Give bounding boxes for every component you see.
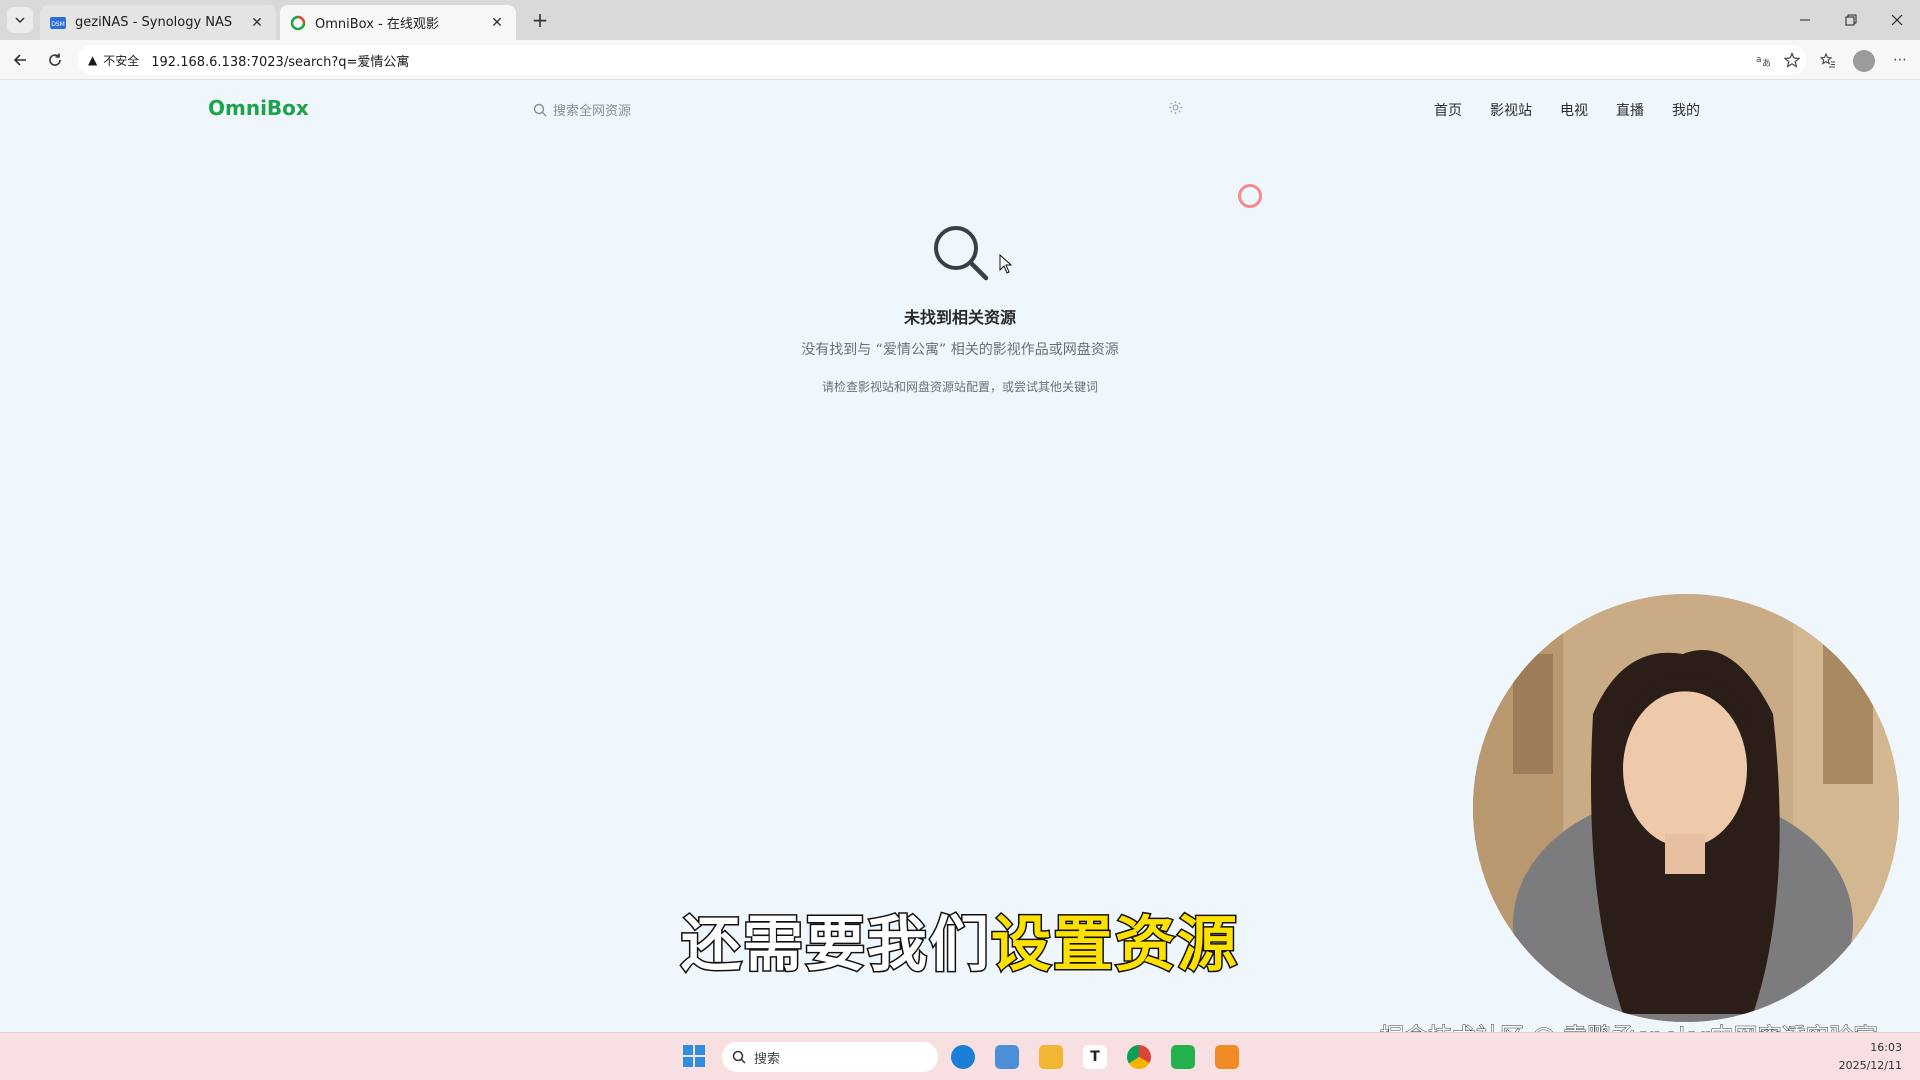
translate-icon[interactable]: aあ xyxy=(1751,48,1775,72)
subtitle-highlight-part: 设置资源 xyxy=(990,909,1239,982)
warning-icon: ▲ xyxy=(88,53,98,67)
close-tab-icon[interactable]: ✕ xyxy=(488,14,506,32)
typora-icon[interactable]: T xyxy=(1083,1045,1107,1069)
back-button[interactable] xyxy=(8,48,32,72)
nav-mine[interactable]: 我的 xyxy=(1672,100,1700,120)
wechat-icon[interactable] xyxy=(1171,1045,1195,1069)
security-label: 不安全 xyxy=(103,53,140,68)
reload-icon xyxy=(49,53,61,66)
empty-state-description: 没有找到与 “爱情公寓” 相关的影视作品或网盘资源 xyxy=(801,342,1119,358)
svg-text:あ: あ xyxy=(1762,58,1771,68)
profile-avatar[interactable] xyxy=(1853,50,1875,72)
minimize-icon xyxy=(1800,19,1810,21)
more-menu-icon[interactable]: ⋯ xyxy=(1888,48,1912,72)
windows-taskbar: 搜索 T 16:03 2025/12/11 xyxy=(0,1032,1920,1080)
tab-omnibox[interactable]: OmniBox - 在线观影 ✕ xyxy=(280,5,516,40)
nav-movie-sites[interactable]: 影视站 xyxy=(1490,100,1532,120)
minimize-button[interactable] xyxy=(1782,0,1828,40)
nav-live[interactable]: 直播 xyxy=(1616,100,1644,120)
empty-state-hint: 请检查影视站和网盘资源站配置，或尝试其他关键词 xyxy=(821,380,1098,394)
new-tab-button[interactable]: + xyxy=(528,8,552,32)
tab-title: geziNAS - Synology NAS xyxy=(75,15,233,30)
svg-text:DSM: DSM xyxy=(51,21,65,28)
arrow-left-icon xyxy=(13,54,26,66)
mouse-cursor-icon xyxy=(999,253,1013,278)
chevron-down-icon xyxy=(15,17,25,24)
reload-button[interactable] xyxy=(43,48,67,72)
clock-date[interactable]: 2025/12/11 xyxy=(1830,1059,1902,1072)
url-text[interactable]: 192.168.6.138:7023/search?q=爱情公寓 xyxy=(151,51,409,70)
close-tab-icon[interactable]: ✕ xyxy=(248,14,266,32)
favorites-list-icon[interactable] xyxy=(1816,48,1840,72)
browser-tab-strip: DSM geziNAS - Synology NAS ✕ OmniBox - 在… xyxy=(0,0,1920,40)
clock-time[interactable]: 16:03 xyxy=(1838,1041,1902,1054)
omnibox-logo-icon xyxy=(290,15,306,31)
search-icon xyxy=(533,103,547,116)
settings-gear-icon[interactable] xyxy=(1168,100,1183,119)
tab-title: OmniBox - 在线观影 xyxy=(315,17,439,32)
close-icon xyxy=(1891,14,1903,26)
nav-tv[interactable]: 电视 xyxy=(1560,100,1588,120)
search-icon xyxy=(732,1050,746,1064)
search-placeholder: 搜索全网资源 xyxy=(553,104,632,119)
svg-text:a: a xyxy=(1756,55,1762,65)
site-search-input[interactable]: 搜索全网资源 xyxy=(533,100,631,119)
site-logo[interactable]: OmniBox xyxy=(208,96,309,120)
subtitle-white-part: 还需要我们 xyxy=(680,909,991,982)
synology-icon: DSM xyxy=(50,15,66,31)
video-subtitle: 还需要我们设置资源 xyxy=(0,896,1920,983)
edge-browser-icon[interactable] xyxy=(951,1045,975,1069)
loading-spinner xyxy=(1238,184,1262,208)
tab-list-button[interactable] xyxy=(7,7,33,33)
site-nav: 首页 影视站 电视 直播 我的 xyxy=(1434,100,1700,120)
favorite-star-icon[interactable] xyxy=(1780,48,1804,72)
tab-synology[interactable]: DSM geziNAS - Synology NAS ✕ xyxy=(40,5,276,40)
browser-toolbar: ▲ 不安全 192.168.6.138:7023/search?q=爱情公寓 a… xyxy=(0,40,1920,80)
taskbar-search-label: 搜索 xyxy=(754,1051,781,1067)
photos-app-icon[interactable] xyxy=(995,1045,1019,1069)
remote-desktop-icon[interactable] xyxy=(1215,1045,1239,1069)
file-explorer-icon[interactable] xyxy=(1039,1045,1063,1069)
empty-search-icon xyxy=(930,222,990,286)
nav-home[interactable]: 首页 xyxy=(1434,100,1462,120)
windows-start-icon[interactable] xyxy=(683,1045,705,1067)
restore-icon xyxy=(1845,14,1857,26)
empty-state-title: 未找到相关资源 xyxy=(903,308,1016,327)
close-window-button[interactable] xyxy=(1874,0,1920,40)
address-bar[interactable]: ▲ 不安全 192.168.6.138:7023/search?q=爱情公寓 xyxy=(78,45,1806,75)
taskbar-search[interactable]: 搜索 xyxy=(722,1042,938,1072)
chrome-icon[interactable] xyxy=(1127,1045,1151,1069)
restore-button[interactable] xyxy=(1828,0,1874,40)
